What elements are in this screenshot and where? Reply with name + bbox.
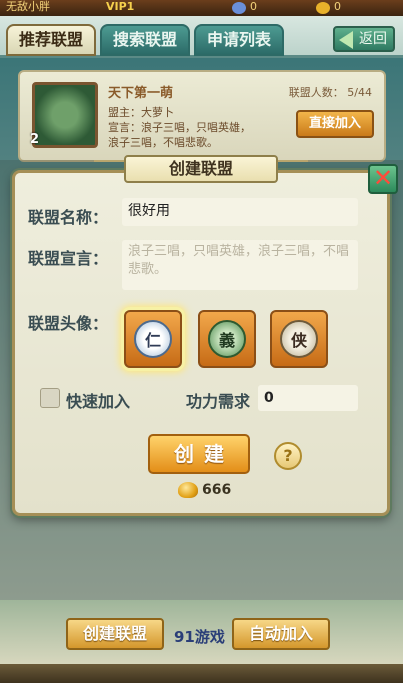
power-requirement-input[interactable]: 0 [258,385,358,411]
gem-count: 0 [250,0,257,13]
tab-recommended[interactable]: 推荐联盟 [6,24,96,56]
alliance-emblem-label: 联盟头像： [28,314,109,333]
yi-dragon-emblem-icon: 義 [208,320,246,358]
back-arrow-icon [339,31,353,49]
alliance-avatar [32,82,98,148]
create-cost: 666 [202,482,232,498]
emblem-option-ren[interactable]: 仁 [124,310,182,368]
power-requirement-label: 功力需求 [186,392,251,411]
alliance-motto: 宣言：浪子三唱，只唱英雄，浪子三唱，不唱悲歌。 [108,121,251,149]
alliance-name-input[interactable]: 很好用 [122,198,358,226]
emblem-option-xia[interactable]: 侠 [270,310,328,368]
help-icon[interactable]: ? [274,442,302,470]
footer-strip [0,664,403,683]
dialog-title: 创建联盟 [124,155,278,183]
tabs-row: 推荐联盟 搜索联盟 申请列表 返回 [0,16,403,58]
create-button[interactable]: 创建 [148,434,250,474]
gold-icon [316,2,330,14]
close-icon: ✕ [372,164,394,192]
alliance-leader: 盟主：大萝卜 [108,106,174,119]
gold-ingot-icon [178,482,198,498]
emblem-option-yi[interactable]: 義 [198,310,256,368]
auto-join-button[interactable]: 自动加入 [232,618,330,650]
alliance-motto-label: 联盟宣言： [28,249,109,268]
quick-join-checkbox[interactable] [40,388,60,408]
vip-badge: VIP1 [106,0,135,13]
player-name: 无敌小胖 [6,0,50,13]
alliance-motto-input[interactable]: 浪子三唱，只唱英雄，浪子三唱，不唱悲歌。 [122,240,358,290]
title-ornament-right [278,160,308,174]
alliance-name-label: 联盟名称： [28,208,109,227]
alliance-rank: 2 [30,132,40,147]
create-alliance-button[interactable]: 创建联盟 [66,618,164,650]
alliance-member-count: 联盟人数： 5/44 [288,86,372,99]
xia-swords-emblem-icon: 侠 [280,320,318,358]
top-status-bar: 无敌小胖 VIP1 0 0 [0,0,403,16]
title-ornament-left [94,160,124,174]
gem-icon [232,2,246,14]
gold-count: 0 [334,0,341,13]
back-button[interactable]: 返回 [333,26,395,52]
quick-join-label: 快速加入 [66,392,131,411]
ren-emblem-icon: 仁 [134,320,172,358]
tab-applications[interactable]: 申请列表 [194,24,284,56]
alliance-name: 天下第一萌 [108,86,174,101]
close-button[interactable]: ✕ [368,164,398,194]
alliance-list-item: 2 天下第一萌 盟主：大萝卜 宣言：浪子三唱，只唱英雄，浪子三唱，不唱悲歌。 联… [18,70,386,162]
join-direct-button[interactable]: 直接加入 [296,110,374,138]
back-label: 返回 [359,31,387,47]
tab-search[interactable]: 搜索联盟 [100,24,190,56]
91-games-logo: 91游戏 [174,628,225,646]
